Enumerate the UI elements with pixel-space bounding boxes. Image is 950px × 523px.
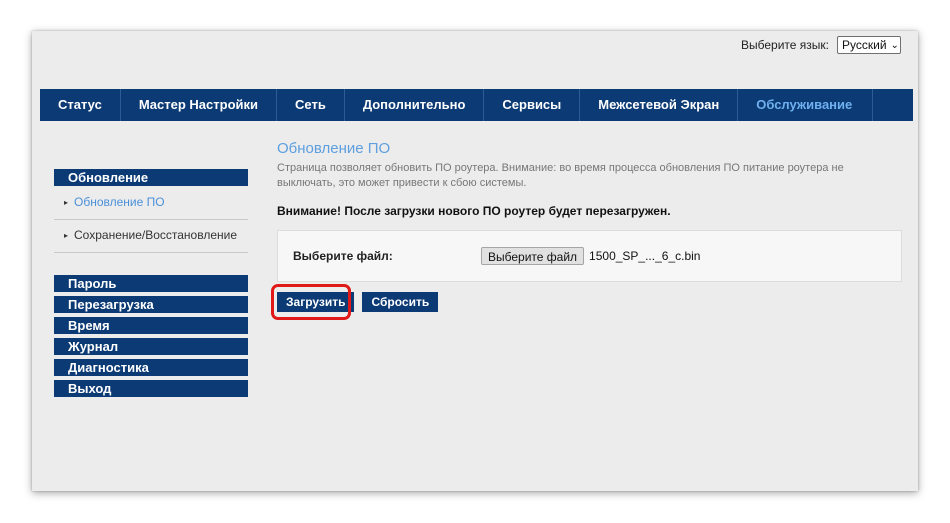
nav-network[interactable]: Сеть bbox=[277, 89, 345, 121]
nav-maintenance[interactable]: Обслуживание bbox=[738, 89, 874, 121]
reboot-warning: Внимание! После загрузки нового ПО роуте… bbox=[277, 204, 671, 218]
main-content: Обновление ПО Страница позволяет обновит… bbox=[271, 140, 902, 320]
language-select[interactable]: Русский ⌄ bbox=[837, 36, 901, 54]
selected-file-name: 1500_SP_..._6_c.bin bbox=[589, 249, 701, 263]
file-label: Выберите файл: bbox=[293, 249, 393, 263]
language-selected-value: Русский bbox=[842, 38, 887, 52]
file-select-panel: Выберите файл: Выберите файл 1500_SP_...… bbox=[277, 230, 902, 282]
chevron-down-icon: ⌄ bbox=[890, 39, 899, 51]
reset-button[interactable]: Сбросить bbox=[362, 292, 439, 312]
upload-button-wrapper: Загрузить bbox=[271, 284, 355, 320]
choose-file-button[interactable]: Выберите файл bbox=[481, 247, 585, 265]
router-admin-window: Выберите язык: Русский ⌄ Статус Мастер Н… bbox=[32, 31, 918, 491]
bullet-icon: ▸ bbox=[64, 230, 69, 240]
page-title: Обновление ПО bbox=[277, 140, 391, 157]
page-description: Страница позволяет обновить ПО роутера. … bbox=[277, 162, 844, 189]
bullet-icon: ▸ bbox=[64, 197, 69, 207]
top-navigation: Статус Мастер Настройки Сеть Дополнитель… bbox=[40, 89, 913, 121]
sidebar-item-diagnostics[interactable]: Диагностика bbox=[54, 359, 248, 376]
sidebar-section-update[interactable]: Обновление bbox=[54, 169, 248, 186]
sidebar-item-label: Обновление ПО bbox=[74, 195, 165, 209]
upload-button[interactable]: Загрузить bbox=[277, 292, 355, 312]
sidebar-item-label: Сохранение/Восстановление bbox=[74, 228, 237, 242]
nav-advanced[interactable]: Дополнительно bbox=[345, 89, 485, 121]
sidebar-item-log[interactable]: Журнал bbox=[54, 338, 248, 355]
nav-services[interactable]: Сервисы bbox=[484, 89, 581, 121]
nav-setup-wizard[interactable]: Мастер Настройки bbox=[121, 89, 277, 121]
sidebar-item-backup-restore[interactable]: ▸ Сохранение/Восстановление bbox=[54, 220, 248, 253]
sidebar: Обновление ▸ Обновление ПО ▸ Сохранение/… bbox=[54, 169, 248, 401]
sidebar-item-firmware-update[interactable]: ▸ Обновление ПО bbox=[54, 191, 248, 220]
sidebar-item-reboot[interactable]: Перезагрузка bbox=[54, 296, 248, 313]
sidebar-item-logout[interactable]: Выход bbox=[54, 380, 248, 397]
sidebar-item-password[interactable]: Пароль bbox=[54, 275, 248, 292]
nav-status[interactable]: Статус bbox=[40, 89, 121, 121]
action-buttons: Загрузить Сбросить bbox=[271, 284, 902, 320]
sidebar-group: Пароль Перезагрузка Время Журнал Диагнос… bbox=[54, 275, 248, 397]
sidebar-item-time[interactable]: Время bbox=[54, 317, 248, 334]
language-selector-row: Выберите язык: Русский ⌄ bbox=[741, 36, 901, 54]
language-label: Выберите язык: bbox=[741, 38, 829, 52]
nav-firewall[interactable]: Межсетевой Экран bbox=[580, 89, 739, 121]
